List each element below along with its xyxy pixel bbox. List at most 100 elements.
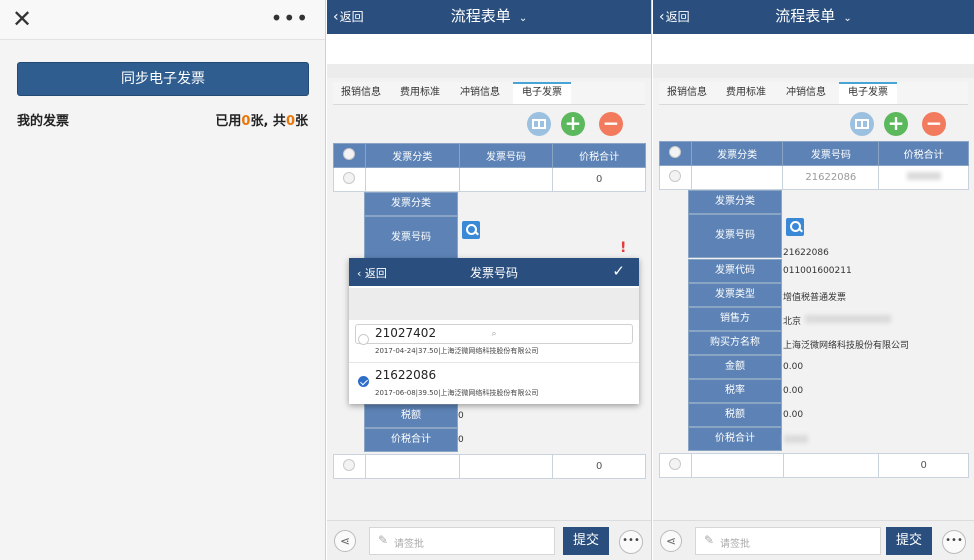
picker-item-detail: 2017-06-08|39.50|上海泛微网络科技股份有限公司 (375, 389, 539, 397)
blank-area (653, 34, 974, 64)
detail-value-buyer: 上海泛微网络科技股份有限公司 (783, 341, 910, 351)
col-invoice-category: 发票分类 (690, 141, 784, 166)
chevron-down-icon: ⌄ (843, 13, 852, 24)
share-icon[interactable]: ⋖ (334, 530, 356, 552)
tab-reimbursement-info[interactable]: 报销信息 (333, 82, 389, 104)
picker-item[interactable]: 21027402 2017-04-24|37.50|上海泛微网络科技股份有限公司 (349, 320, 639, 362)
add-row-button[interactable]: + (884, 112, 908, 136)
radio-checked-icon[interactable] (358, 376, 369, 387)
tab-offset-info[interactable]: 冲销信息 (451, 82, 509, 104)
cell-total: 0 (552, 454, 646, 479)
redacted-value (784, 435, 808, 443)
add-row-button[interactable]: + (561, 112, 585, 136)
detail-label-category: 发票分类 (688, 190, 782, 214)
more-options-button[interactable]: ••• (942, 530, 966, 554)
sign-input[interactable]: ✎ 请签批 (695, 527, 881, 555)
cell-number[interactable] (458, 454, 554, 479)
app-header: ‹返回 流程表单 ⌄ (327, 0, 651, 34)
checkbox-icon (343, 459, 356, 471)
cell-category[interactable] (364, 167, 460, 192)
picker-header: ‹ 返回 发票号码 ✓ (349, 258, 639, 286)
more-options-button[interactable]: ••• (619, 530, 643, 554)
tab-expense-standard[interactable]: 费用标准 (391, 82, 449, 104)
radio-unchecked-icon[interactable] (358, 334, 369, 345)
detail-label-tax-rate: 税率 (688, 379, 782, 403)
delete-row-button[interactable]: − (599, 112, 623, 136)
table-header-row: 发票分类 发票号码 价税合计 (659, 141, 969, 166)
select-all-checkbox[interactable] (333, 143, 366, 168)
bottom-action-bar: ⋖ ✎ 请签批 提交 ••• (653, 520, 974, 560)
sign-input[interactable]: ✎ 请签批 (369, 527, 555, 555)
cell-total: 0 (552, 167, 646, 192)
blank-area (327, 34, 651, 64)
grid-button[interactable] (850, 112, 874, 136)
search-icon[interactable] (786, 218, 804, 236)
cell-number: 21622086 (782, 165, 880, 190)
bottom-action-bar: ⋖ ✎ 请签批 提交 ••• (327, 520, 651, 560)
picker-item-number: 21027402 (375, 326, 437, 340)
cell-number[interactable] (782, 453, 880, 478)
detail-label-total: 价税合计 (688, 427, 782, 451)
picker-item[interactable]: 21622086 2017-06-08|39.50|上海泛微网络科技股份有限公司 (349, 362, 639, 404)
more-icon[interactable]: ••• (271, 6, 309, 30)
table-row[interactable]: 21622086 (659, 165, 969, 190)
detail-value-amount: 0.00 (783, 362, 804, 372)
checkbox-icon (343, 148, 356, 160)
row-checkbox[interactable] (659, 453, 692, 478)
tab-offset-info[interactable]: 冲销信息 (777, 82, 835, 104)
detail-label-code: 发票代码 (688, 259, 782, 283)
detail-label-buyer: 购买方名称 (688, 331, 782, 355)
cell-total: 0 (878, 453, 969, 478)
grid-button[interactable] (527, 112, 551, 136)
tab-expense-standard[interactable]: 费用标准 (717, 82, 775, 104)
picker-item-number: 21622086 (375, 368, 437, 382)
row-checkbox[interactable] (659, 165, 692, 190)
title-text: 流程表单 (450, 7, 511, 25)
detail-label-type: 发票类型 (688, 283, 782, 307)
submit-button[interactable]: 提交 (886, 527, 932, 555)
table-row[interactable]: 0 (659, 453, 969, 478)
row-checkbox[interactable] (333, 454, 366, 479)
table-row[interactable]: 0 (333, 167, 646, 192)
chevron-down-icon: ⌄ (518, 13, 528, 24)
col-invoice-number: 发票号码 (458, 143, 554, 168)
search-icon[interactable] (462, 221, 480, 239)
tab-e-invoice[interactable]: 电子发票 (839, 82, 897, 104)
my-invoices-label: 我的发票 (17, 114, 70, 129)
col-total-tax: 价税合计 (878, 141, 969, 166)
tab-bar: 报销信息 费用标准 冲销信息 电子发票 (659, 82, 968, 104)
flow-form-panel-selecting: ‹返回 流程表单 ⌄ 报销信息 费用标准 冲销信息 电子发票 + − 发票分类 发… (327, 0, 652, 560)
cell-category[interactable] (364, 454, 460, 479)
cell-number[interactable] (458, 167, 554, 192)
delete-row-button[interactable]: − (922, 112, 946, 136)
cell-category[interactable] (690, 453, 784, 478)
detail-value-number: 21622086 (783, 248, 829, 258)
page-title[interactable]: 流程表单 ⌄ (653, 5, 974, 26)
detail-value-tax: 0.00 (783, 410, 804, 420)
grid-icon (855, 119, 869, 129)
table-row[interactable]: 0 (333, 454, 646, 479)
sign-placeholder: 请签批 (394, 539, 424, 550)
tab-underline (659, 104, 968, 105)
tab-e-invoice[interactable]: 电子发票 (513, 82, 571, 104)
submit-button[interactable]: 提交 (563, 527, 609, 555)
invoice-table: 发票分类 发票号码 价税合计 0 (333, 143, 646, 192)
share-icon[interactable]: ⋖ (660, 530, 682, 552)
count-suffix: 张 (294, 114, 308, 129)
cell-category[interactable] (690, 165, 784, 190)
tab-reimbursement-info[interactable]: 报销信息 (659, 82, 715, 104)
col-total-tax: 价税合计 (552, 143, 646, 168)
page-title[interactable]: 流程表单 ⌄ (327, 5, 651, 26)
detail-label-category: 发票分类 (364, 192, 458, 216)
detail-value-type: 增值税普通发票 (783, 293, 847, 303)
invoice-count: 已用0张, 共0张 (215, 110, 308, 129)
invoice-table-bottom: 0 (659, 453, 969, 478)
invoice-table: 发票分类 发票号码 价税合计 21622086 (659, 141, 969, 190)
close-icon[interactable]: ✕ (12, 6, 32, 32)
confirm-check-icon[interactable]: ✓ (612, 262, 625, 280)
select-all-checkbox[interactable] (659, 141, 692, 166)
count-prefix: 已用 (215, 114, 242, 129)
sync-invoice-button[interactable]: 同步电子发票 (17, 62, 309, 96)
invoice-table-bottom: 0 (333, 454, 646, 479)
row-checkbox[interactable] (333, 167, 366, 192)
